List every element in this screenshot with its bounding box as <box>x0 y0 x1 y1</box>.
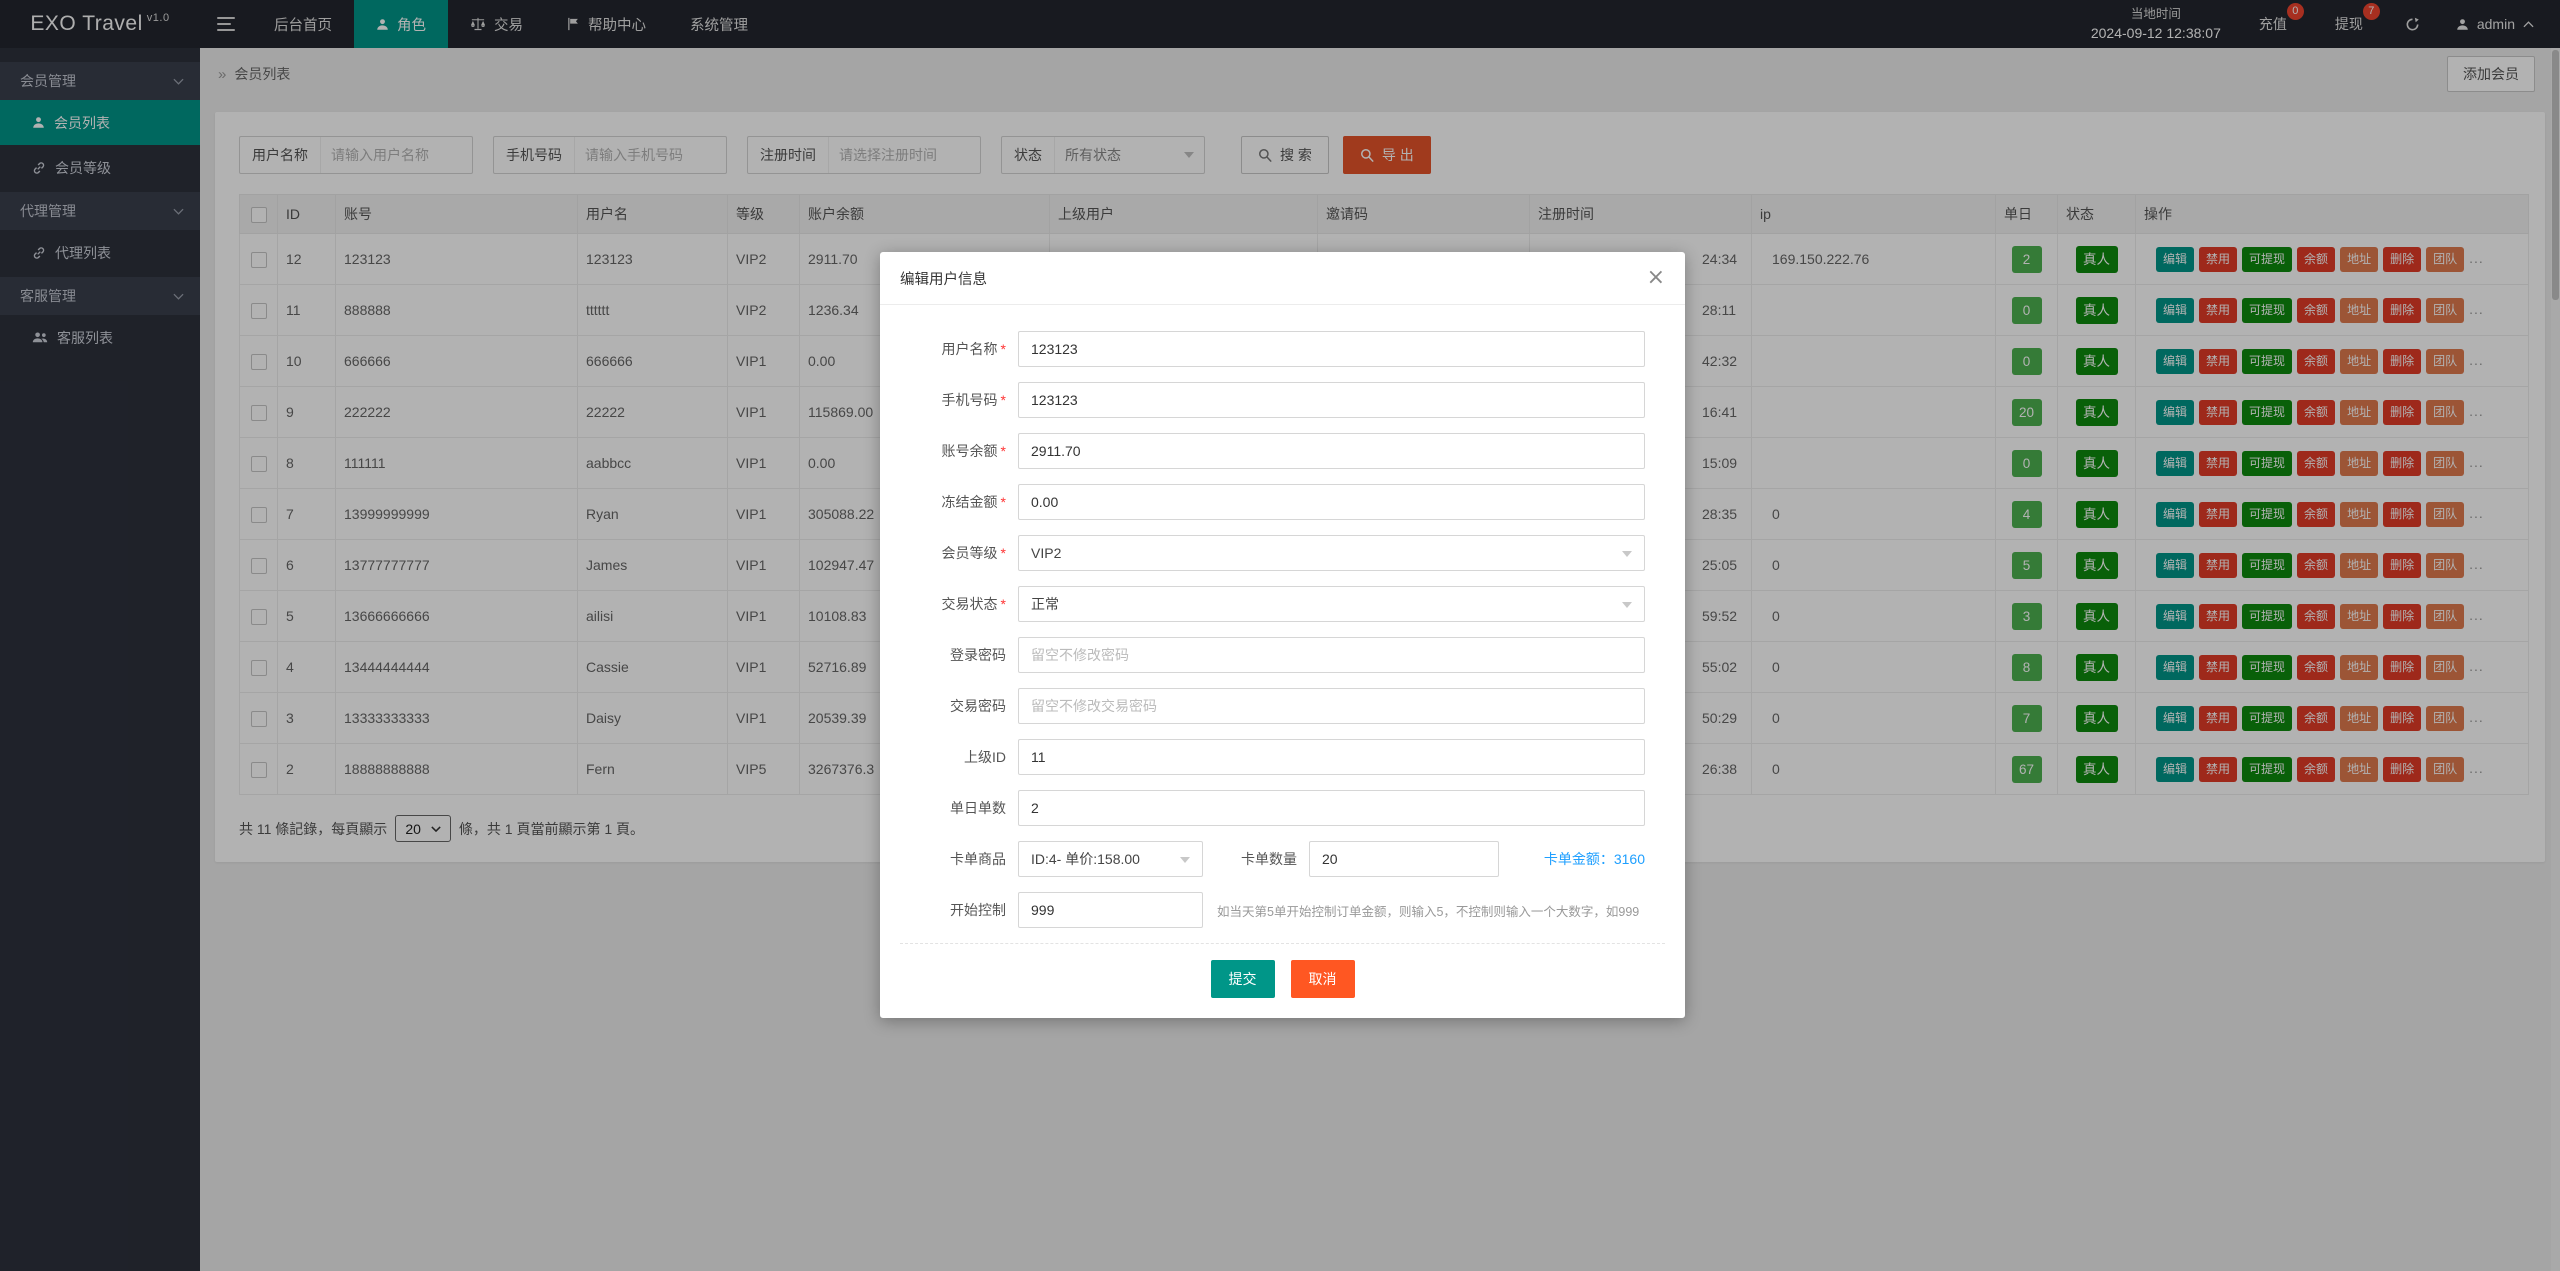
modal-footer: 提交 取消 <box>900 943 1665 1018</box>
field-row-login-password: 登录密码 <box>900 637 1645 673</box>
field-row-phone: 手机号码 * <box>900 382 1645 418</box>
field-login-password-label: 登录密码 <box>950 647 1006 663</box>
field-frozen-label: 冻结金额 * <box>941 494 1006 510</box>
field-trade-status-label: 交易状态 * <box>941 596 1006 612</box>
card-qty-label: 卡单数量 <box>1241 851 1297 867</box>
edit-user-modal: 编辑用户信息 × 用户名称* 手机号码* 账号余额* 冻结金额* 会员等级* VIP2 交易… <box>880 252 1685 1018</box>
field-row-daily-orders: 单日单数 <box>900 790 1645 826</box>
field-frozen-input[interactable] <box>1018 484 1645 520</box>
field-row-parent-id: 上级ID <box>900 739 1645 775</box>
close-icon[interactable]: × <box>1647 267 1665 289</box>
modal-title: 编辑用户信息 <box>900 271 987 288</box>
field-row-trade-status: 交易状态 * 正常 <box>900 586 1645 622</box>
field-parent-id-label: 上级ID <box>964 749 1006 765</box>
submit-button[interactable]: 提交 <box>1210 960 1275 998</box>
field-row-frozen: 冻结金额 * <box>900 484 1645 520</box>
field-row-username: 用户名称 * <box>900 331 1645 367</box>
field-username-input[interactable] <box>1018 331 1645 367</box>
start-control-label: 开始控制 <box>950 902 1006 918</box>
field-row-balance: 账号余额 * <box>900 433 1645 469</box>
field-phone-label: 手机号码 * <box>941 392 1006 408</box>
field-daily-orders-label: 单日单数 <box>950 800 1006 816</box>
field-trade-status-value: 正常 <box>1031 596 1059 612</box>
cancel-button[interactable]: 取消 <box>1290 960 1355 998</box>
field-trade-status-select[interactable]: 正常 <box>1018 586 1645 622</box>
field-row-trade-password: 交易密码 <box>900 688 1645 724</box>
field-trade-password-input[interactable] <box>1018 688 1645 724</box>
card-product-row: 卡单商品 ID:4- 单价:158.00 卡单数量 卡单金额：3160 <box>900 841 1645 877</box>
start-control-row: 开始控制 如当天第5单开始控制订单金额，则输入5，不控制则输入一个大数字，如99… <box>900 892 1645 928</box>
field-balance-label: 账号余额 * <box>941 443 1006 459</box>
field-parent-id-input[interactable] <box>1018 739 1645 775</box>
card-amount-link[interactable]: 卡单金额：3160 <box>1544 849 1645 869</box>
field-row-level: 会员等级 * VIP2 <box>900 535 1645 571</box>
field-balance-input[interactable] <box>1018 433 1645 469</box>
field-login-password-input[interactable] <box>1018 637 1645 673</box>
card-product-label: 卡单商品 <box>950 851 1006 867</box>
start-control-input[interactable] <box>1018 892 1203 928</box>
modal-body: 用户名称* 手机号码* 账号余额* 冻结金额* 会员等级* VIP2 交易状态* 正常登录密码… <box>880 305 1685 928</box>
field-daily-orders-input[interactable] <box>1018 790 1645 826</box>
card-product-select[interactable]: ID:4- 单价:158.00 <box>1018 841 1203 877</box>
field-level-value: VIP2 <box>1031 545 1062 561</box>
field-username-label: 用户名称 * <box>941 341 1006 357</box>
field-trade-password-label: 交易密码 <box>950 698 1006 714</box>
field-phone-input[interactable] <box>1018 382 1645 418</box>
field-level-label: 会员等级 * <box>941 545 1006 561</box>
modal-header: 编辑用户信息 × <box>880 252 1685 305</box>
start-control-hint: 如当天第5单开始控制订单金额，则输入5，不控制则输入一个大数字，如999 <box>1217 904 1640 919</box>
card-qty-input[interactable] <box>1309 841 1499 877</box>
field-level-select[interactable]: VIP2 <box>1018 535 1645 571</box>
